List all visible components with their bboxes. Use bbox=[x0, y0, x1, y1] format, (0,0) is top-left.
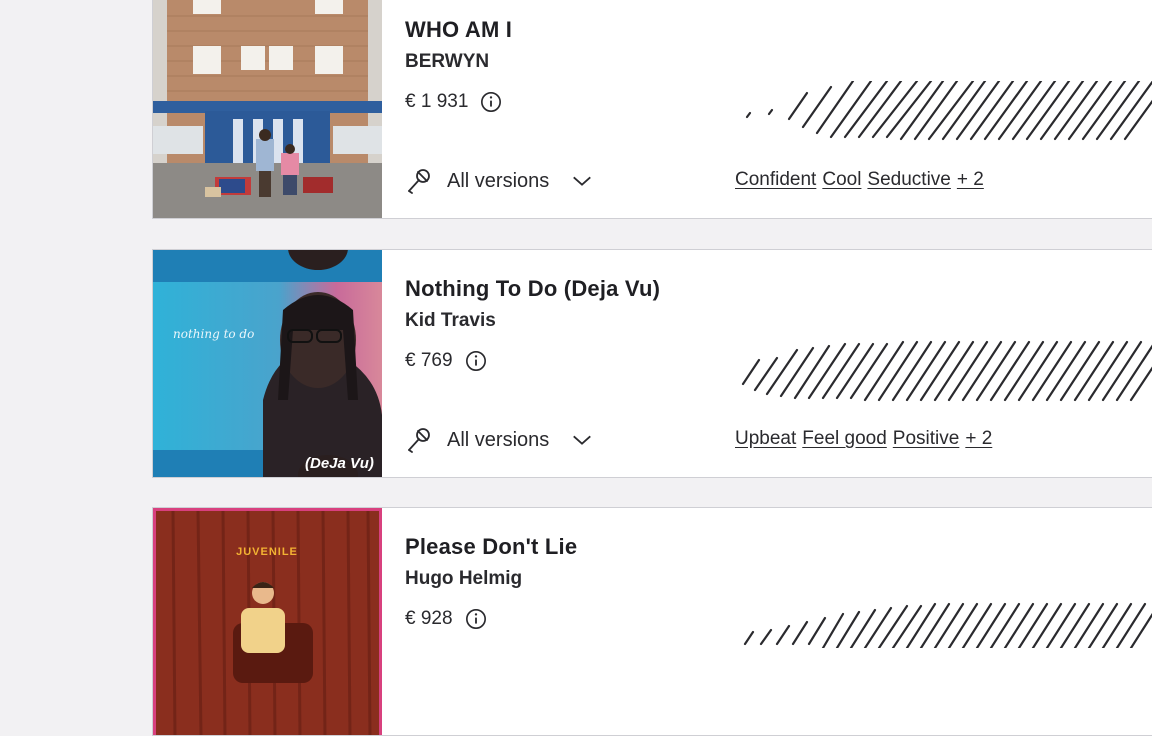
cover-caption: JUVENILE bbox=[236, 546, 298, 558]
track-price: € 769 bbox=[405, 350, 487, 372]
cover-script-text: nothing to do bbox=[173, 327, 254, 341]
album-cover[interactable]: nothing to do (DeJa Vu) bbox=[153, 250, 382, 477]
tag-link[interactable]: Feel good bbox=[802, 428, 887, 450]
track-title[interactable]: Please Don't Lie bbox=[405, 534, 577, 560]
waveform[interactable] bbox=[737, 340, 1152, 410]
all-versions-dropdown[interactable]: All versions bbox=[405, 167, 593, 195]
microphone-icon bbox=[408, 428, 430, 453]
track-title[interactable]: Nothing To Do (Deja Vu) bbox=[405, 276, 660, 302]
album-cover[interactable]: JUVENILE bbox=[153, 508, 382, 735]
album-cover-art bbox=[153, 0, 382, 218]
tag-link[interactable]: Seductive bbox=[867, 169, 950, 191]
mood-tags: Confident Cool Seductive + 2 bbox=[735, 169, 984, 191]
chevron-down-icon bbox=[573, 435, 592, 445]
track-artist[interactable]: BERWYN bbox=[405, 51, 489, 73]
more-tags-link[interactable]: + 2 bbox=[957, 169, 984, 191]
track-info: WHO AM I BERWYN € 1 931 All versions Con… bbox=[405, 0, 1152, 218]
track-price: € 1 931 bbox=[405, 91, 502, 113]
price-value: € 1 931 bbox=[405, 91, 469, 112]
album-cover[interactable] bbox=[153, 0, 382, 218]
track-card[interactable]: nothing to do (DeJa Vu) Nothing To Do (D… bbox=[152, 249, 1152, 478]
info-circle-icon[interactable] bbox=[465, 608, 487, 630]
waveform-graphic bbox=[743, 602, 1152, 650]
mood-tags: Upbeat Feel good Positive + 2 bbox=[735, 428, 992, 450]
all-versions-dropdown[interactable]: All versions bbox=[405, 426, 593, 454]
waveform[interactable] bbox=[737, 79, 1152, 151]
tag-link[interactable]: Confident bbox=[735, 169, 816, 191]
track-card[interactable]: WHO AM I BERWYN € 1 931 All versions Con… bbox=[152, 0, 1152, 219]
track-price: € 928 bbox=[405, 608, 487, 630]
waveform-graphic bbox=[741, 340, 1152, 402]
info-circle-icon[interactable] bbox=[465, 350, 487, 372]
album-cover-art: nothing to do (DeJa Vu) bbox=[153, 250, 382, 477]
track-card[interactable]: JUVENILE Please Don't Lie Hugo Helmig € … bbox=[152, 507, 1152, 736]
price-value: € 928 bbox=[405, 608, 453, 629]
tag-link[interactable]: Cool bbox=[822, 169, 861, 191]
track-info: Please Don't Lie Hugo Helmig € 928 bbox=[405, 508, 1152, 735]
versions-label: All versions bbox=[447, 169, 550, 192]
versions-label: All versions bbox=[447, 428, 550, 451]
track-artist[interactable]: Kid Travis bbox=[405, 310, 496, 332]
waveform[interactable] bbox=[737, 600, 1152, 670]
more-tags-link[interactable]: + 2 bbox=[965, 428, 992, 450]
chevron-down-icon bbox=[573, 176, 592, 186]
track-artist[interactable]: Hugo Helmig bbox=[405, 568, 522, 590]
price-value: € 769 bbox=[405, 350, 453, 371]
cover-caption: (DeJa Vu) bbox=[305, 455, 374, 472]
album-cover-art: JUVENILE bbox=[153, 508, 382, 735]
info-circle-icon[interactable] bbox=[480, 91, 502, 113]
tag-link[interactable]: Upbeat bbox=[735, 428, 796, 450]
tag-link[interactable]: Positive bbox=[893, 428, 960, 450]
track-title[interactable]: WHO AM I bbox=[405, 17, 512, 43]
waveform-graphic bbox=[745, 79, 1152, 141]
track-info: Nothing To Do (Deja Vu) Kid Travis € 769 bbox=[405, 250, 1152, 477]
microphone-icon bbox=[408, 169, 430, 194]
